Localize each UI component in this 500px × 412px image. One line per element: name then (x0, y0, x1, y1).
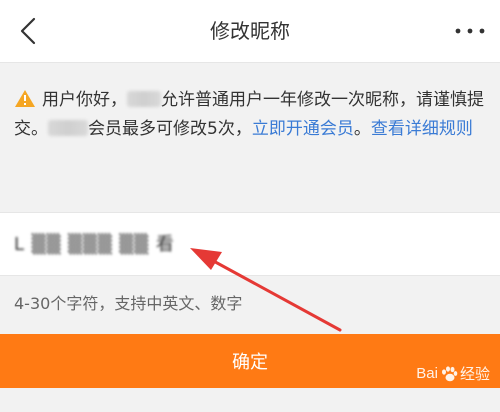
redacted-text (48, 120, 88, 136)
watermark-text-left: Bai (416, 365, 438, 382)
notice-text: 用户你好， 允许普通用户一年修改一次昵称，请谨慎提交。 会员最多可修改5次，立即开通… (14, 86, 486, 144)
page-title: 修改昵称 (210, 19, 290, 43)
notice-prefix: 用户你好， (42, 90, 127, 110)
nickname-row (0, 212, 500, 276)
baidu-watermark: Bai 经验 (416, 363, 490, 384)
open-vip-link[interactable]: 立即开通会员 (252, 119, 354, 139)
view-rules-link[interactable]: 查看详细规则 (371, 119, 473, 139)
nickname-hint: 4-30个字符，支持中英文、数字 (14, 294, 243, 313)
watermark-text-right: 经验 (459, 366, 490, 383)
nickname-input[interactable] (14, 225, 484, 261)
more-button[interactable] (448, 14, 492, 48)
notice-part2: 会员最多可修改5次， (88, 119, 252, 139)
redacted-text (127, 91, 161, 107)
more-dots-icon (455, 28, 485, 34)
warning-icon (15, 90, 35, 107)
notice-separator: 。 (353, 119, 371, 139)
nav-bar: 修改昵称 (0, 0, 500, 63)
paw-icon (441, 365, 458, 381)
